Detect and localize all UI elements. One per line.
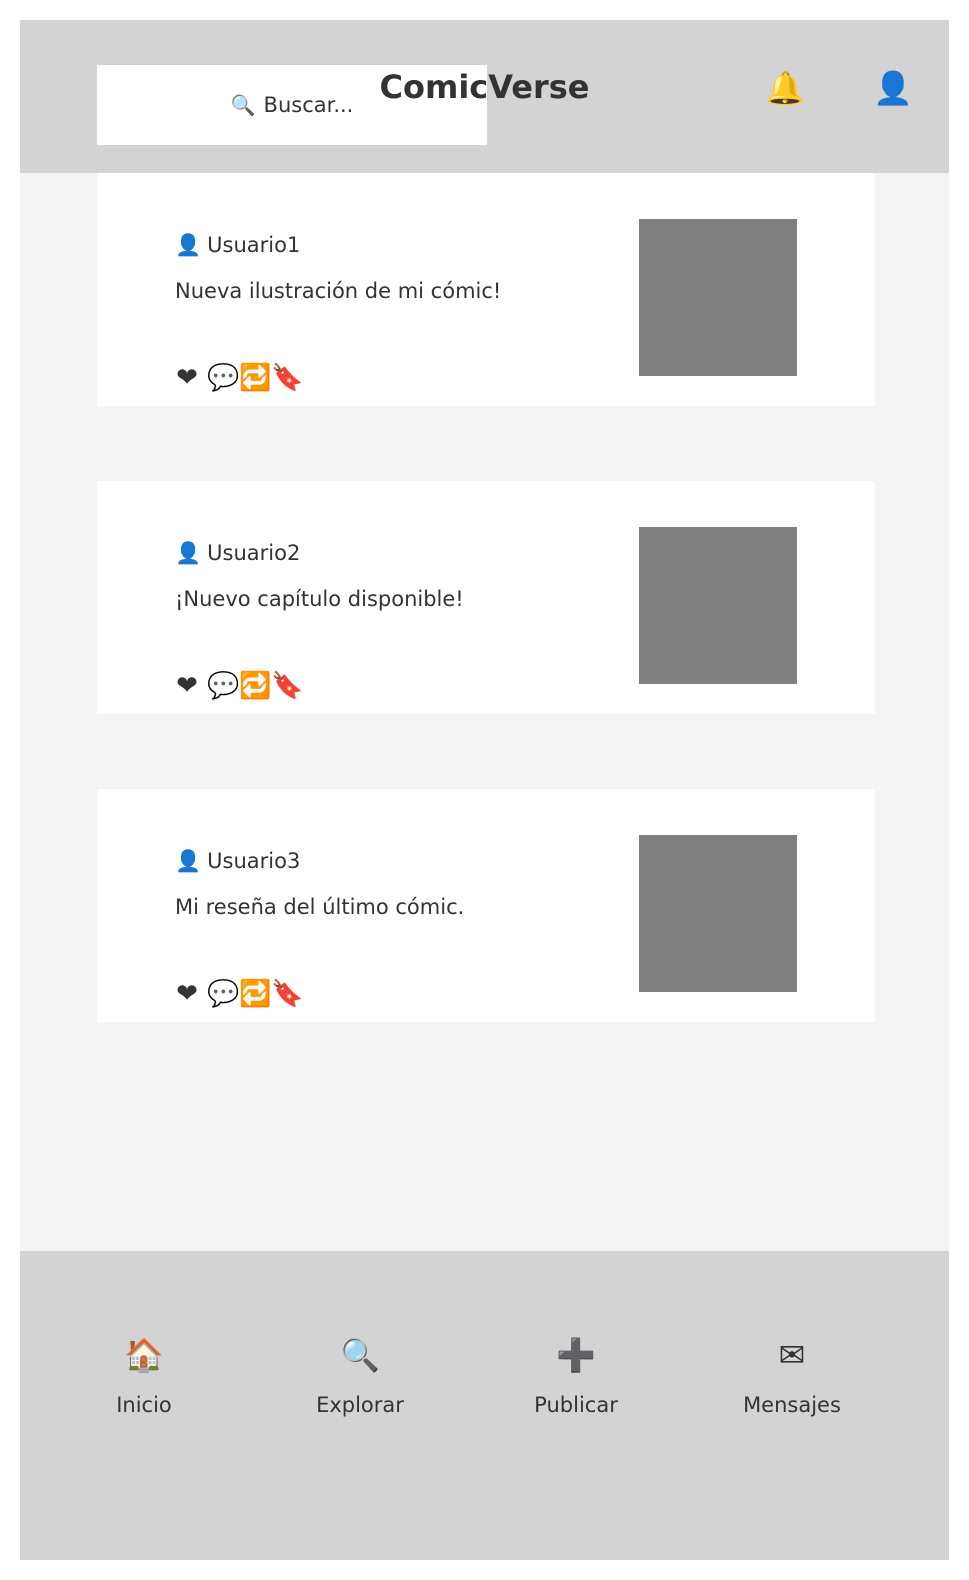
user-icon: 👤	[175, 541, 202, 565]
share-icon[interactable]: 🔁	[239, 669, 271, 703]
post-actions: ❤ 💬 🔁 🔖	[175, 669, 303, 703]
profile-icon[interactable]: 👤	[871, 66, 915, 110]
bookmark-icon[interactable]: 🔖	[271, 361, 303, 395]
explore-icon: 🔍	[340, 1336, 380, 1374]
home-icon: 🏠	[124, 1336, 164, 1374]
bookmark-icon[interactable]: 🔖	[271, 669, 303, 703]
comment-icon[interactable]: 💬	[207, 669, 239, 703]
user-icon: 👤	[175, 849, 202, 873]
post-image[interactable]	[639, 835, 797, 992]
app-title: ComicVerse	[379, 68, 590, 106]
post-card: 👤 Usuario2 ¡Nuevo capítulo disponible! ❤ …	[97, 481, 875, 714]
search-icon: 🔍	[230, 93, 256, 117]
post-author[interactable]: 👤 Usuario1	[175, 231, 300, 259]
comment-icon[interactable]: 💬	[207, 977, 239, 1011]
post-card: 👤 Usuario3 Mi reseña del último cómic. ❤ …	[97, 789, 875, 1022]
share-icon[interactable]: 🔁	[239, 361, 271, 395]
add-icon: ➕	[556, 1336, 596, 1374]
post-actions: ❤ 💬 🔁 🔖	[175, 361, 303, 395]
bottom-nav: 🏠 Inicio 🔍 Explorar ➕ Publicar ✉ Mensaje…	[20, 1251, 949, 1560]
post-author[interactable]: 👤 Usuario3	[175, 847, 300, 875]
app-root: 🔍 Buscar... ComicVerse 🔔 👤 👤 Usuario1 Nue…	[20, 20, 949, 1560]
nav-label: Publicar	[534, 1393, 618, 1417]
nav-item-explorar[interactable]: 🔍 Explorar	[280, 1331, 440, 1451]
post-username: Usuario2	[207, 541, 301, 565]
nav-item-inicio[interactable]: 🏠 Inicio	[64, 1331, 224, 1451]
like-icon[interactable]: ❤	[175, 361, 199, 395]
post-image[interactable]	[639, 219, 797, 376]
post-author[interactable]: 👤 Usuario2	[175, 539, 300, 567]
notifications-icon[interactable]: 🔔	[763, 66, 807, 110]
post-text: Nueva ilustración de mi cómic!	[175, 279, 502, 303]
nav-label: Explorar	[316, 1393, 404, 1417]
post-text: Mi reseña del último cómic.	[175, 895, 465, 919]
envelope-icon: ✉	[778, 1336, 806, 1374]
comment-icon[interactable]: 💬	[207, 361, 239, 395]
like-icon[interactable]: ❤	[175, 977, 199, 1011]
search-placeholder: Buscar...	[263, 93, 354, 117]
post-text: ¡Nuevo capítulo disponible!	[175, 587, 464, 611]
nav-item-publicar[interactable]: ➕ Publicar	[496, 1331, 656, 1451]
bookmark-icon[interactable]: 🔖	[271, 977, 303, 1011]
nav-label: Inicio	[116, 1393, 172, 1417]
post-username: Usuario3	[207, 849, 301, 873]
share-icon[interactable]: 🔁	[239, 977, 271, 1011]
post-image[interactable]	[639, 527, 797, 684]
post-actions: ❤ 💬 🔁 🔖	[175, 977, 303, 1011]
post-username: Usuario1	[207, 233, 301, 257]
top-bar: 🔍 Buscar... ComicVerse 🔔 👤	[20, 20, 949, 173]
user-icon: 👤	[175, 233, 202, 257]
like-icon[interactable]: ❤	[175, 669, 199, 703]
nav-item-mensajes[interactable]: ✉ Mensajes	[712, 1331, 872, 1451]
post-card: 👤 Usuario1 Nueva ilustración de mi cómic!…	[97, 173, 875, 406]
nav-label: Mensajes	[743, 1393, 841, 1417]
